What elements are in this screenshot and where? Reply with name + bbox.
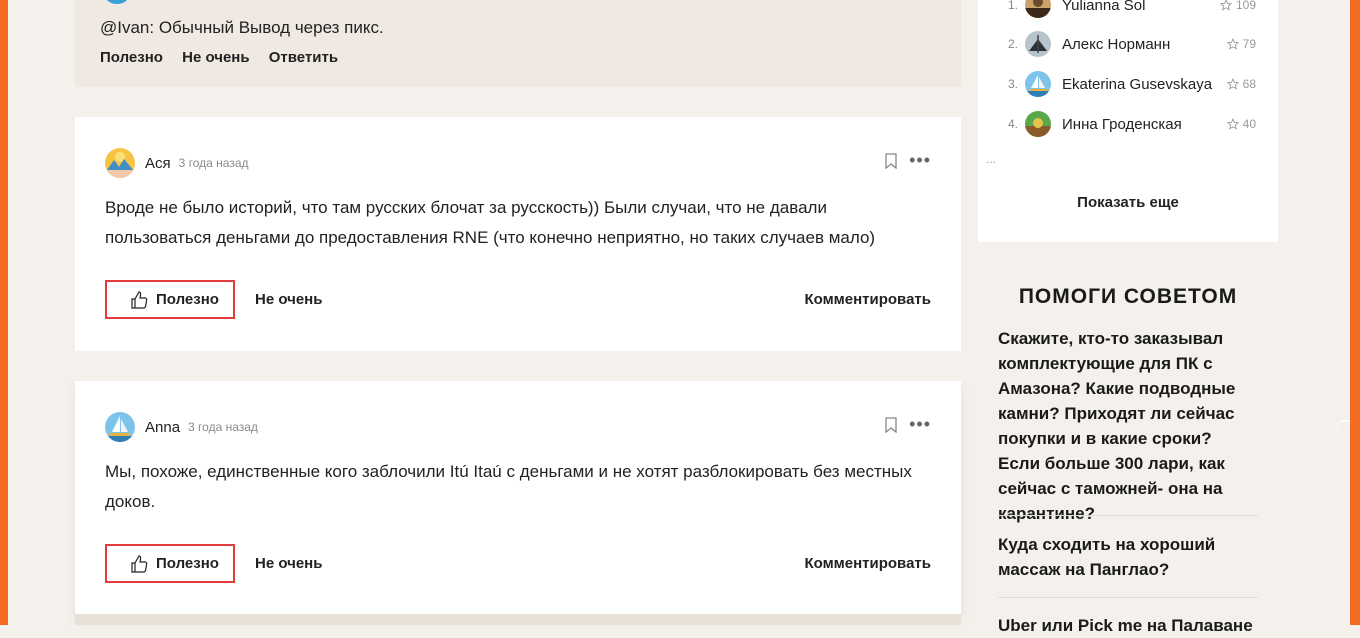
rating-rank: 2. <box>1008 37 1019 51</box>
not-very-button[interactable]: Не очень <box>255 555 322 572</box>
more-options-icon[interactable]: ••• <box>909 415 931 433</box>
star-icon <box>1226 78 1239 90</box>
star-icon <box>1226 118 1239 130</box>
avatar <box>1025 31 1051 57</box>
rating-rank: 4. <box>1008 117 1019 131</box>
star-icon <box>1219 0 1232 11</box>
bookmark-icon[interactable] <box>885 153 897 174</box>
avatar <box>1025 0 1051 18</box>
bookmark-icon[interactable] <box>885 417 897 438</box>
more-options-icon[interactable]: ••• <box>909 151 931 169</box>
comment-header: Anna 3 года назад <box>105 411 258 443</box>
reply-link[interactable]: Ответить <box>269 49 338 66</box>
rating-row[interactable]: 3. Ekaterina Gusevskaya 68 <box>978 69 1278 99</box>
rating-rank: 1. <box>1008 0 1019 12</box>
avatar <box>1025 71 1051 97</box>
comment-button[interactable]: Комментировать <box>804 291 931 308</box>
question-link[interactable]: Куда сходить на хороший массаж на Пангла… <box>998 532 1258 582</box>
rating-card: 1. Yulianna Sol 109 2. Алекс Норманн 79 … <box>978 0 1278 242</box>
mountain-sun-icon[interactable] <box>105 148 135 178</box>
comment-card: Ася 3 года назад ••• Вроде не было истор… <box>75 117 961 351</box>
rating-rank: 3. <box>1008 77 1019 91</box>
thumbs-up-icon <box>131 290 148 309</box>
useful-label: Полезно <box>156 555 219 572</box>
useful-label: Полезно <box>156 291 219 308</box>
rating-score: 79 <box>1226 37 1256 51</box>
rating-ellipsis: ... <box>986 152 997 166</box>
divider <box>998 515 1258 516</box>
comment-author[interactable]: Ася <box>145 155 171 172</box>
comment-header: Ася 3 года назад <box>105 147 249 179</box>
comment-button[interactable]: Комментировать <box>804 555 931 572</box>
previous-comment-card <box>75 0 961 87</box>
rating-row[interactable]: 1. Yulianna Sol 109 <box>978 0 1278 20</box>
background-decoration <box>1336 420 1350 452</box>
rating-row[interactable]: 4. Инна Гроденская 40 <box>978 109 1278 139</box>
useful-button[interactable]: Полезно <box>105 280 235 319</box>
rating-score: 68 <box>1226 77 1256 91</box>
previous-comment-text: @Ivan: Обычный Вывод через пикс. <box>100 18 384 37</box>
left-edge-border <box>0 0 8 625</box>
divider <box>998 597 1258 598</box>
question-link[interactable]: Скажите, кто-то заказывал комплектующие … <box>998 326 1258 526</box>
not-very-link[interactable]: Не очень <box>182 49 249 66</box>
sailboat-icon[interactable] <box>105 412 135 442</box>
thumbs-up-icon <box>131 554 148 573</box>
next-comment-card-edge <box>75 614 961 625</box>
help-section-title: ПОМОГИ СОВЕТОМ <box>1018 285 1238 308</box>
comment-text: Вроде не было историй, что там русских б… <box>105 198 876 247</box>
rating-row[interactable]: 2. Алекс Норманн 79 <box>978 29 1278 59</box>
comment-card: Anna 3 года назад ••• Мы, похоже, единст… <box>75 381 961 614</box>
comment-author[interactable]: Anna <box>145 419 180 436</box>
comment-time: 3 года назад <box>188 420 258 434</box>
show-more-button[interactable]: Показать еще <box>978 194 1278 211</box>
rating-score: 40 <box>1226 117 1256 131</box>
avatar <box>1025 111 1051 137</box>
not-very-button[interactable]: Не очень <box>255 291 322 308</box>
star-icon <box>1226 38 1239 50</box>
rating-score: 109 <box>1219 0 1256 12</box>
right-edge-border <box>1350 0 1360 625</box>
rating-name: Инна Гроденская <box>1062 115 1182 133</box>
rating-name: Ekaterina Gusevskaya <box>1062 75 1213 93</box>
useful-link[interactable]: Полезно <box>100 49 163 66</box>
comment-time: 3 года назад <box>178 156 249 170</box>
useful-button[interactable]: Полезно <box>105 544 235 583</box>
question-link[interactable]: Uber или Pick me на Палаване <box>998 613 1258 638</box>
rating-name: Алекс Норманн <box>1062 35 1171 53</box>
comment-text: Мы, похоже, единственные кого заблочили … <box>105 462 912 511</box>
previous-comment-actions: Полезно Не очень Ответить <box>100 49 353 66</box>
rating-name: Yulianna Sol <box>1062 0 1146 14</box>
